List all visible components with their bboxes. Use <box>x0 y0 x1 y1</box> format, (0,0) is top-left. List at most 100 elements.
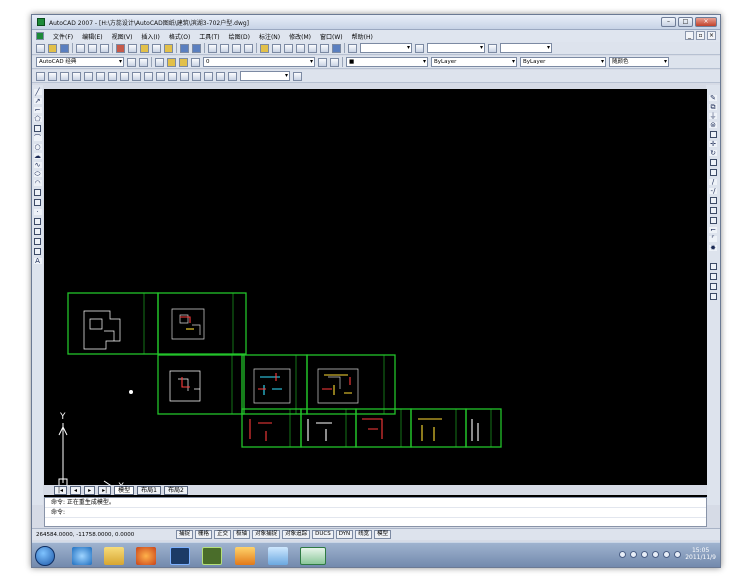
layer-on-icon[interactable] <box>167 57 176 67</box>
redo-icon[interactable] <box>192 43 201 53</box>
menu-draw[interactable]: 绘图(D) <box>229 32 250 41</box>
clock[interactable]: 15:05 2011/11/9 <box>685 547 716 561</box>
tab-nav-prev[interactable]: ◂ <box>70 485 82 495</box>
dimension-update-icon[interactable] <box>228 71 237 81</box>
design-center-icon[interactable] <box>272 43 281 53</box>
angular-dimension-icon[interactable] <box>120 71 129 81</box>
doc-close-button[interactable]: × <box>707 31 716 40</box>
text-style-icon[interactable] <box>348 43 357 53</box>
text-style-select[interactable] <box>360 43 412 53</box>
menu-insert[interactable]: 插入(I) <box>141 32 159 41</box>
autocad-icon[interactable] <box>300 547 326 565</box>
move-icon[interactable]: ✛ <box>709 141 717 148</box>
network-icon[interactable] <box>674 550 682 558</box>
lineweight-select[interactable]: ByLayer <box>520 57 606 67</box>
linetype-select[interactable]: ByLayer <box>431 57 517 67</box>
copy-icon[interactable] <box>128 43 137 53</box>
zoom-previous-icon[interactable] <box>244 43 253 53</box>
open-icon[interactable] <box>48 43 57 53</box>
folder-icon[interactable] <box>104 547 124 565</box>
firefox-icon[interactable] <box>136 547 156 565</box>
osnap-toggle[interactable]: 对象捕捉 <box>252 530 281 539</box>
new-icon[interactable] <box>36 43 45 53</box>
multiline-text-icon[interactable]: A <box>33 258 42 265</box>
chamfer-icon[interactable]: ⌐ <box>709 227 717 234</box>
spline-icon[interactable]: ∿ <box>33 162 42 169</box>
table-icon[interactable] <box>34 248 41 255</box>
circle-icon[interactable]: ○ <box>33 144 42 151</box>
dimension-text-edit-icon[interactable] <box>216 71 225 81</box>
doc-minimize-button[interactable]: _ <box>685 31 694 40</box>
workspace-settings-icon[interactable] <box>127 57 136 67</box>
tray-icon[interactable] <box>630 550 638 558</box>
offset-icon[interactable]: ⊜ <box>709 122 717 129</box>
internet-explorer-icon[interactable] <box>72 547 92 565</box>
rotate-icon[interactable]: ↻ <box>709 150 717 157</box>
menu-modify[interactable]: 修改(M) <box>289 32 311 41</box>
dimension-edit-icon[interactable] <box>204 71 213 81</box>
menu-file[interactable]: 文件(F) <box>53 32 73 41</box>
markup-icon[interactable] <box>308 43 317 53</box>
help-icon[interactable] <box>332 43 341 53</box>
baseline-dimension-icon[interactable] <box>144 71 153 81</box>
drawing-canvas[interactable]: Y X <box>44 89 707 497</box>
plot-preview-icon[interactable] <box>88 43 97 53</box>
draw-order-icon[interactable] <box>709 263 717 270</box>
arc-icon[interactable]: ⌒ <box>33 135 42 142</box>
line-icon[interactable]: ╱ <box>33 89 42 96</box>
send-back-icon[interactable] <box>709 283 717 290</box>
workspace-select[interactable]: AutoCAD 经典 <box>36 57 124 67</box>
tool-palettes-icon[interactable] <box>284 43 293 53</box>
ellipse-icon[interactable]: ⬭ <box>33 171 42 178</box>
layer-previous-icon[interactable] <box>330 57 339 67</box>
app-icon[interactable] <box>235 547 255 565</box>
copy-object-icon[interactable]: ⧉ <box>709 104 717 111</box>
autocad-app-icon[interactable] <box>37 18 45 26</box>
maximize-button[interactable]: □ <box>678 17 693 27</box>
color-select[interactable]: ■ <box>346 57 428 67</box>
ordinate-dimension-icon[interactable] <box>72 71 81 81</box>
dimension-style-select[interactable] <box>240 71 290 81</box>
photoshop-icon[interactable] <box>170 547 190 565</box>
tray-icon[interactable] <box>652 550 660 558</box>
bring-front-icon[interactable] <box>709 273 717 280</box>
otrack-toggle[interactable]: 对象追踪 <box>282 530 311 539</box>
point-icon[interactable]: · <box>33 209 42 216</box>
publish-icon[interactable] <box>100 43 109 53</box>
sheet-set-icon[interactable] <box>296 43 305 53</box>
plot-style-select[interactable]: 随颜色 <box>609 57 669 67</box>
trim-icon[interactable]: / <box>709 179 717 186</box>
construction-line-icon[interactable]: ↗ <box>33 98 42 105</box>
tab-layout-2[interactable]: 布局2 <box>163 485 188 495</box>
arc-length-icon[interactable] <box>60 71 69 81</box>
table-style-select[interactable] <box>500 43 552 53</box>
polyline-icon[interactable]: ⌐ <box>33 107 42 114</box>
menu-dimension[interactable]: 标注(N) <box>259 32 280 41</box>
volume-icon[interactable] <box>663 550 671 558</box>
snap-toggle[interactable]: 捕捉 <box>176 530 194 539</box>
erase-icon[interactable]: ✎ <box>709 95 717 102</box>
quick-dimension-icon[interactable] <box>132 71 141 81</box>
layer-lock-icon[interactable] <box>191 57 200 67</box>
polar-toggle[interactable]: 极轴 <box>233 530 251 539</box>
dim-style-icon[interactable] <box>415 43 424 53</box>
match-properties-icon[interactable] <box>152 43 161 53</box>
dreamweaver-icon[interactable] <box>202 547 222 565</box>
tab-nav-first[interactable]: |◂ <box>54 485 68 495</box>
bring-above-icon[interactable] <box>709 293 717 300</box>
rectangle-icon[interactable] <box>34 125 41 132</box>
menu-tools[interactable]: 工具(T) <box>199 32 219 41</box>
zoom-window-icon[interactable] <box>232 43 241 53</box>
explode-icon[interactable]: ✸ <box>709 245 717 252</box>
zoom-realtime-icon[interactable] <box>220 43 229 53</box>
array-icon[interactable] <box>709 131 717 138</box>
hatch-icon[interactable] <box>34 218 41 225</box>
region-icon[interactable] <box>34 238 41 245</box>
revision-cloud-icon[interactable]: ☁ <box>33 153 42 160</box>
scale-icon[interactable] <box>709 159 717 166</box>
tab-model[interactable]: 模型 <box>114 485 135 495</box>
linear-dimension-icon[interactable] <box>36 71 45 81</box>
join-icon[interactable] <box>709 217 717 224</box>
menu-edit[interactable]: 编辑(E) <box>82 32 102 41</box>
tab-layout-1[interactable]: 布局1 <box>137 485 161 495</box>
